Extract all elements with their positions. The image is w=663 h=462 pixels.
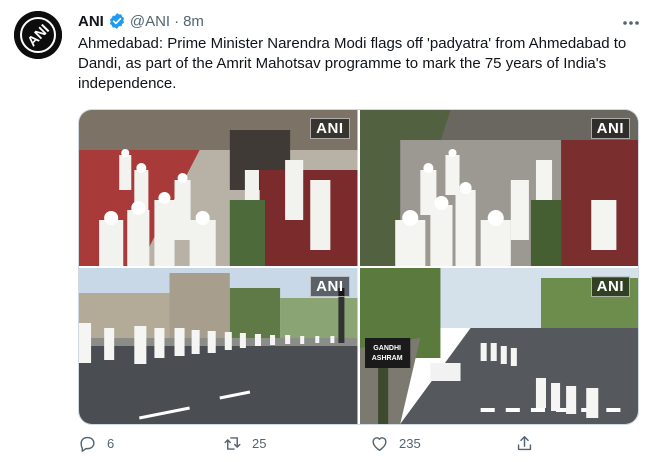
ani-watermark: ANI (310, 276, 350, 297)
retweet-button[interactable]: 25 (223, 434, 266, 453)
avatar[interactable]: ANI (14, 11, 62, 59)
reply-count: 6 (107, 436, 115, 451)
tweet-card[interactable]: ANI ANI @ANI · 8m Ahmedabad: Prime Minis… (0, 0, 663, 462)
media-grid: ANI ANI ANI GANDHI ASHRAM ANI (78, 109, 639, 425)
tweet-actions: 6 25 235 (78, 434, 638, 458)
tweet-header: ANI @ANI · 8m (78, 10, 204, 32)
ani-watermark: ANI (590, 276, 630, 297)
sign-text-line2: ASHRAM (371, 355, 402, 362)
photo-3[interactable]: ANI (79, 268, 358, 424)
share-icon (517, 436, 532, 451)
author-handle[interactable]: @ANI (130, 13, 170, 30)
more-options-button[interactable] (620, 12, 642, 34)
photo-2[interactable]: ANI (359, 110, 638, 266)
retweet-count: 25 (252, 436, 267, 451)
more-dots-icon (623, 21, 639, 25)
ani-watermark: ANI (590, 118, 630, 139)
reply-button[interactable]: 6 (78, 434, 114, 453)
verified-badge-icon (108, 12, 126, 30)
tweet-timestamp[interactable]: 8m (183, 13, 204, 30)
like-count: 235 (399, 436, 421, 451)
photo-4[interactable]: GANDHI ASHRAM ANI (359, 268, 638, 424)
share-button[interactable] (515, 434, 534, 453)
author-name[interactable]: ANI (78, 13, 104, 30)
like-button[interactable]: 235 (370, 434, 421, 453)
retweet-icon (224, 437, 241, 450)
sign-text-line1: GANDHI (373, 345, 401, 352)
reply-icon (80, 436, 95, 452)
ani-watermark: ANI (310, 118, 350, 139)
ani-logo-icon: ANI (14, 11, 62, 59)
separator-dot: · (174, 12, 180, 30)
heart-icon (372, 437, 387, 451)
photo-1[interactable]: ANI (79, 110, 358, 266)
tweet-text: Ahmedabad: Prime Minister Narendra Modi … (78, 35, 627, 92)
